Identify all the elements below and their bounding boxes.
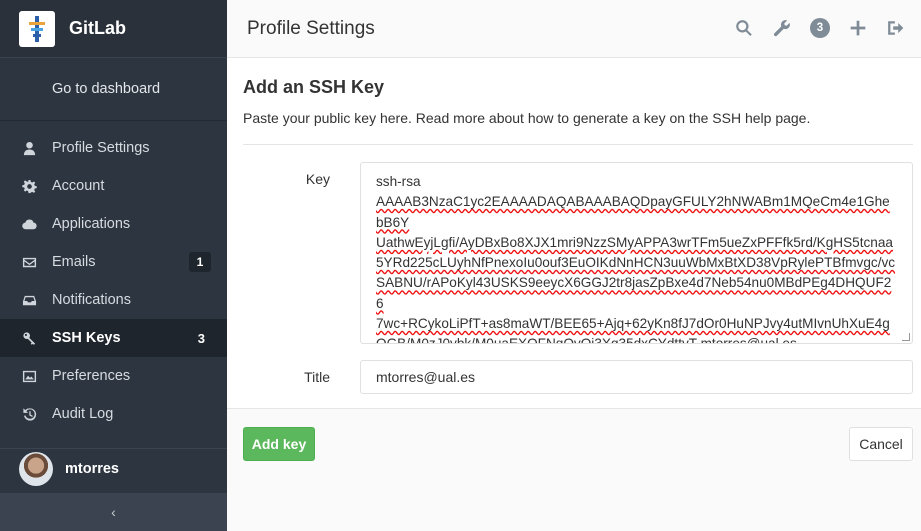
sidebar-item-profile-settings[interactable]: Profile Settings (0, 129, 227, 167)
key-line: 7wc+RCykoLiPfT+as8maWT/BEE65+Ajq+62yKn8f… (376, 316, 890, 332)
envelope-icon (20, 253, 38, 271)
collapse-sidebar-button[interactable]: ‹ (0, 493, 227, 531)
cloud-icon (20, 215, 38, 233)
sidebar-item-notifications[interactable]: Notifications (0, 281, 227, 319)
header: Profile Settings 3 (227, 0, 921, 58)
sidebar: GitLab Go to dashboard Profile Settings … (0, 0, 227, 531)
user-icon (20, 139, 38, 157)
sidebar-item-account[interactable]: Account (0, 167, 227, 205)
resize-handle[interactable] (902, 333, 910, 341)
key-label: Key (305, 171, 330, 187)
emails-count-badge: 1 (189, 252, 211, 272)
history-icon (20, 405, 38, 423)
header-actions: 3 (717, 17, 907, 39)
sidebar-item-ssh-keys[interactable]: SSH Keys 3 (0, 319, 227, 357)
inbox-icon (20, 291, 38, 309)
sidebar-item-label: Audit Log (52, 406, 114, 422)
sidebar-item-label: Preferences (52, 368, 131, 384)
sidebar-item-emails[interactable]: Emails 1 (0, 243, 227, 281)
page-title: Profile Settings (247, 17, 375, 39)
sidebar-item-label: SSH Keys (52, 330, 121, 346)
add-key-button[interactable]: Add key (243, 427, 315, 461)
sidebar-item-applications[interactable]: Applications (0, 205, 227, 243)
username: mtorres (65, 460, 119, 477)
key-textarea[interactable]: ssh-rsa AAAAB3NzaC1yc2EAAAADAQABAAABAQDpa… (360, 162, 913, 344)
key-line: QGB/M0zJ0ybk/M0uaEXQFNqOyQi3Xg35dxCYdtty… (376, 336, 797, 344)
sidebar-item-label: Notifications (52, 292, 131, 308)
ssh-keys-count-badge: 3 (197, 330, 205, 346)
go-to-dashboard-link[interactable]: Go to dashboard (0, 57, 227, 121)
wrench-icon[interactable] (771, 17, 793, 39)
brand-name: GitLab (69, 18, 126, 38)
chevron-left-icon: ‹ (111, 504, 116, 520)
cancel-button[interactable]: Cancel (849, 427, 913, 461)
key-line: 5YRd225cLUyhNfPnexoIu0ouf3EuOIKdNnHCN3uu… (376, 255, 896, 271)
sidebar-item-label: Account (52, 178, 105, 194)
todos-button[interactable]: 3 (809, 17, 831, 39)
sidebar-item-label: Profile Settings (52, 140, 150, 156)
image-icon (20, 367, 38, 385)
key-icon (20, 329, 38, 347)
title-input[interactable] (360, 360, 913, 394)
divider (243, 144, 913, 145)
title-label: Title (304, 369, 330, 385)
form-actions: Add key Cancel (227, 408, 921, 531)
main-content: Add an SSH Key Paste your public key her… (227, 58, 921, 531)
key-line: AAAAB3NzaC1yc2EAAAADAQABAAABAQDpayGFULY2… (376, 194, 890, 230)
gear-icon (20, 177, 38, 195)
section-heading: Add an SSH Key (243, 77, 385, 97)
todos-count-badge: 3 (810, 18, 830, 38)
sidebar-item-audit-log[interactable]: Audit Log (0, 395, 227, 433)
search-icon[interactable] (733, 17, 755, 39)
sidebar-item-label: Emails (52, 254, 96, 270)
key-line: UathwEyjLgfi/AyDBxBo8XJX1mri9NzzSMyAPPA3… (376, 234, 893, 250)
sidebar-nav: Profile Settings Account Applications Em… (0, 121, 227, 433)
sign-out-icon[interactable] (885, 17, 907, 39)
section-description: Paste your public key here. Read more ab… (243, 110, 811, 126)
sidebar-item-label: Applications (52, 216, 131, 232)
avatar (19, 451, 53, 486)
key-line: SABNU/rAPoKyl43USKS9eeycX6GGJ2tr8jasZpBx… (376, 275, 892, 311)
gitlab-logo-icon (19, 10, 55, 47)
plus-icon[interactable] (847, 17, 869, 39)
sidebar-item-preferences[interactable]: Preferences (0, 357, 227, 395)
key-line: ssh-rsa (376, 174, 421, 189)
user-profile-link[interactable]: mtorres (0, 448, 227, 488)
brand[interactable]: GitLab (0, 0, 227, 57)
